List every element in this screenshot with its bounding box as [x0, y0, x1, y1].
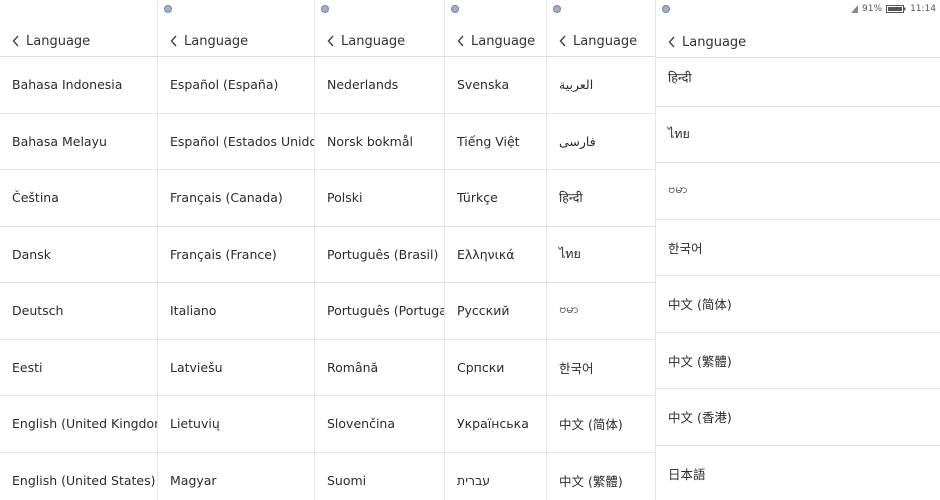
chevron-left-icon: [168, 33, 181, 49]
language-item[interactable]: 中文 (简体): [656, 276, 940, 333]
language-item[interactable]: ဗမာ: [547, 283, 655, 340]
language-item[interactable]: 中文 (繁體): [656, 333, 940, 389]
notification-icon: [164, 5, 172, 13]
language-item[interactable]: Tiếng Việt: [445, 114, 546, 170]
language-item[interactable]: हिन्दी: [547, 170, 655, 227]
chevron-left-icon: [10, 33, 23, 49]
language-item[interactable]: Ελληνικά: [445, 227, 546, 283]
clock: 11:14: [910, 4, 936, 14]
language-panel-5: Language العربية فارسی हिन्दी ไทย ဗမာ 한국…: [547, 0, 656, 500]
language-item[interactable]: ไทย: [656, 107, 940, 163]
language-item[interactable]: Bahasa Melayu: [0, 114, 157, 170]
language-item[interactable]: فارسی: [547, 114, 655, 170]
language-item[interactable]: 中文 (香港): [656, 389, 940, 446]
language-item[interactable]: 日本語: [656, 446, 940, 500]
language-item[interactable]: Čeština: [0, 170, 157, 227]
status-bar: 91% 11:14: [851, 4, 936, 14]
language-item[interactable]: Svenska: [445, 57, 546, 114]
language-panel-1: Language Bahasa Indonesia Bahasa Melayu …: [0, 0, 158, 500]
language-item[interactable]: Deutsch: [0, 283, 157, 340]
language-item[interactable]: Italiano: [158, 283, 314, 340]
notification-icon: [662, 5, 670, 13]
language-item[interactable]: English (United Kingdom): [0, 396, 157, 453]
language-panel-4: Language Svenska Tiếng Việt Türkçe Ελλην…: [445, 0, 547, 500]
language-list: العربية فارسی हिन्दी ไทย ဗမာ 한국어 中文 (简体)…: [547, 57, 655, 500]
language-item[interactable]: Nederlands: [315, 57, 444, 114]
language-list: Nederlands Norsk bokmål Polski Português…: [315, 57, 444, 500]
language-item[interactable]: עברית: [445, 453, 546, 500]
page-title: Language: [471, 33, 536, 49]
language-item[interactable]: Bahasa Indonesia: [0, 57, 157, 114]
page-title: Language: [26, 33, 91, 49]
notification-icon: [451, 5, 459, 13]
back-header[interactable]: Language: [0, 26, 157, 57]
language-list: Bahasa Indonesia Bahasa Melayu Čeština D…: [0, 57, 157, 500]
battery-icon: [886, 5, 906, 13]
language-panel-3: Language Nederlands Norsk bokmål Polski …: [315, 0, 445, 500]
language-item[interactable]: ဗမာ: [656, 163, 940, 220]
language-item[interactable]: Українська: [445, 396, 546, 453]
language-item[interactable]: Français (France): [158, 227, 314, 283]
signal-icon: [851, 5, 859, 13]
language-item[interactable]: Русский: [445, 283, 546, 340]
language-item[interactable]: Türkçe: [445, 170, 546, 227]
language-item[interactable]: ไทย: [547, 227, 655, 283]
page-title: Language: [341, 33, 406, 49]
page-title: Language: [573, 33, 638, 49]
notification-icon: [553, 5, 561, 13]
language-list: Svenska Tiếng Việt Türkçe Ελληνικά Русск…: [445, 57, 546, 500]
language-item[interactable]: English (United States): [0, 453, 157, 500]
language-panel-2: Language Español (España) Español (Estad…: [158, 0, 315, 500]
language-item[interactable]: हिन्दी: [656, 50, 940, 107]
language-item[interactable]: Magyar: [158, 453, 314, 500]
language-item[interactable]: Português (Brasil): [315, 227, 444, 283]
language-item[interactable]: Dansk: [0, 227, 157, 283]
notification-icon: [321, 5, 329, 13]
language-item[interactable]: 한국어: [547, 340, 655, 396]
language-list: Español (España) Español (Estados Unidos…: [158, 57, 314, 500]
chevron-left-icon: [455, 33, 468, 49]
language-item[interactable]: Español (Estados Unidos): [158, 114, 314, 170]
language-item[interactable]: العربية: [547, 57, 655, 114]
battery-percent: 91%: [862, 4, 883, 14]
language-panel-6: 91% 11:14 Language हिन्दी ไทย ဗမာ 한국어 中文…: [656, 0, 940, 500]
language-item[interactable]: Español (España): [158, 57, 314, 114]
language-item[interactable]: Lietuvių: [158, 396, 314, 453]
language-item[interactable]: Српски: [445, 340, 546, 396]
language-item[interactable]: Polski: [315, 170, 444, 227]
language-item[interactable]: 中文 (繁體): [547, 453, 655, 500]
language-item[interactable]: Français (Canada): [158, 170, 314, 227]
language-item[interactable]: 한국어: [656, 220, 940, 276]
language-list: हिन्दी ไทย ဗမာ 한국어 中文 (简体) 中文 (繁體) 中文 (香…: [656, 50, 940, 500]
screenshot-stage: Language Bahasa Indonesia Bahasa Melayu …: [0, 0, 940, 500]
chevron-left-icon: [325, 33, 338, 49]
language-item[interactable]: Română: [315, 340, 444, 396]
language-item[interactable]: Norsk bokmål: [315, 114, 444, 170]
page-title: Language: [184, 33, 249, 49]
language-item[interactable]: 中文 (简体): [547, 396, 655, 453]
back-header[interactable]: Language: [445, 26, 546, 57]
language-item[interactable]: Eesti: [0, 340, 157, 396]
language-item[interactable]: Português (Portugal): [315, 283, 444, 340]
page-title: Language: [682, 34, 747, 50]
back-header[interactable]: Language: [315, 26, 444, 57]
chevron-left-icon: [666, 34, 679, 50]
language-item[interactable]: Slovenčina: [315, 396, 444, 453]
chevron-left-icon: [557, 33, 570, 49]
back-header[interactable]: Language: [547, 26, 655, 57]
back-header[interactable]: Language: [158, 26, 314, 57]
language-item[interactable]: Suomi: [315, 453, 444, 500]
language-item[interactable]: Latviešu: [158, 340, 314, 396]
